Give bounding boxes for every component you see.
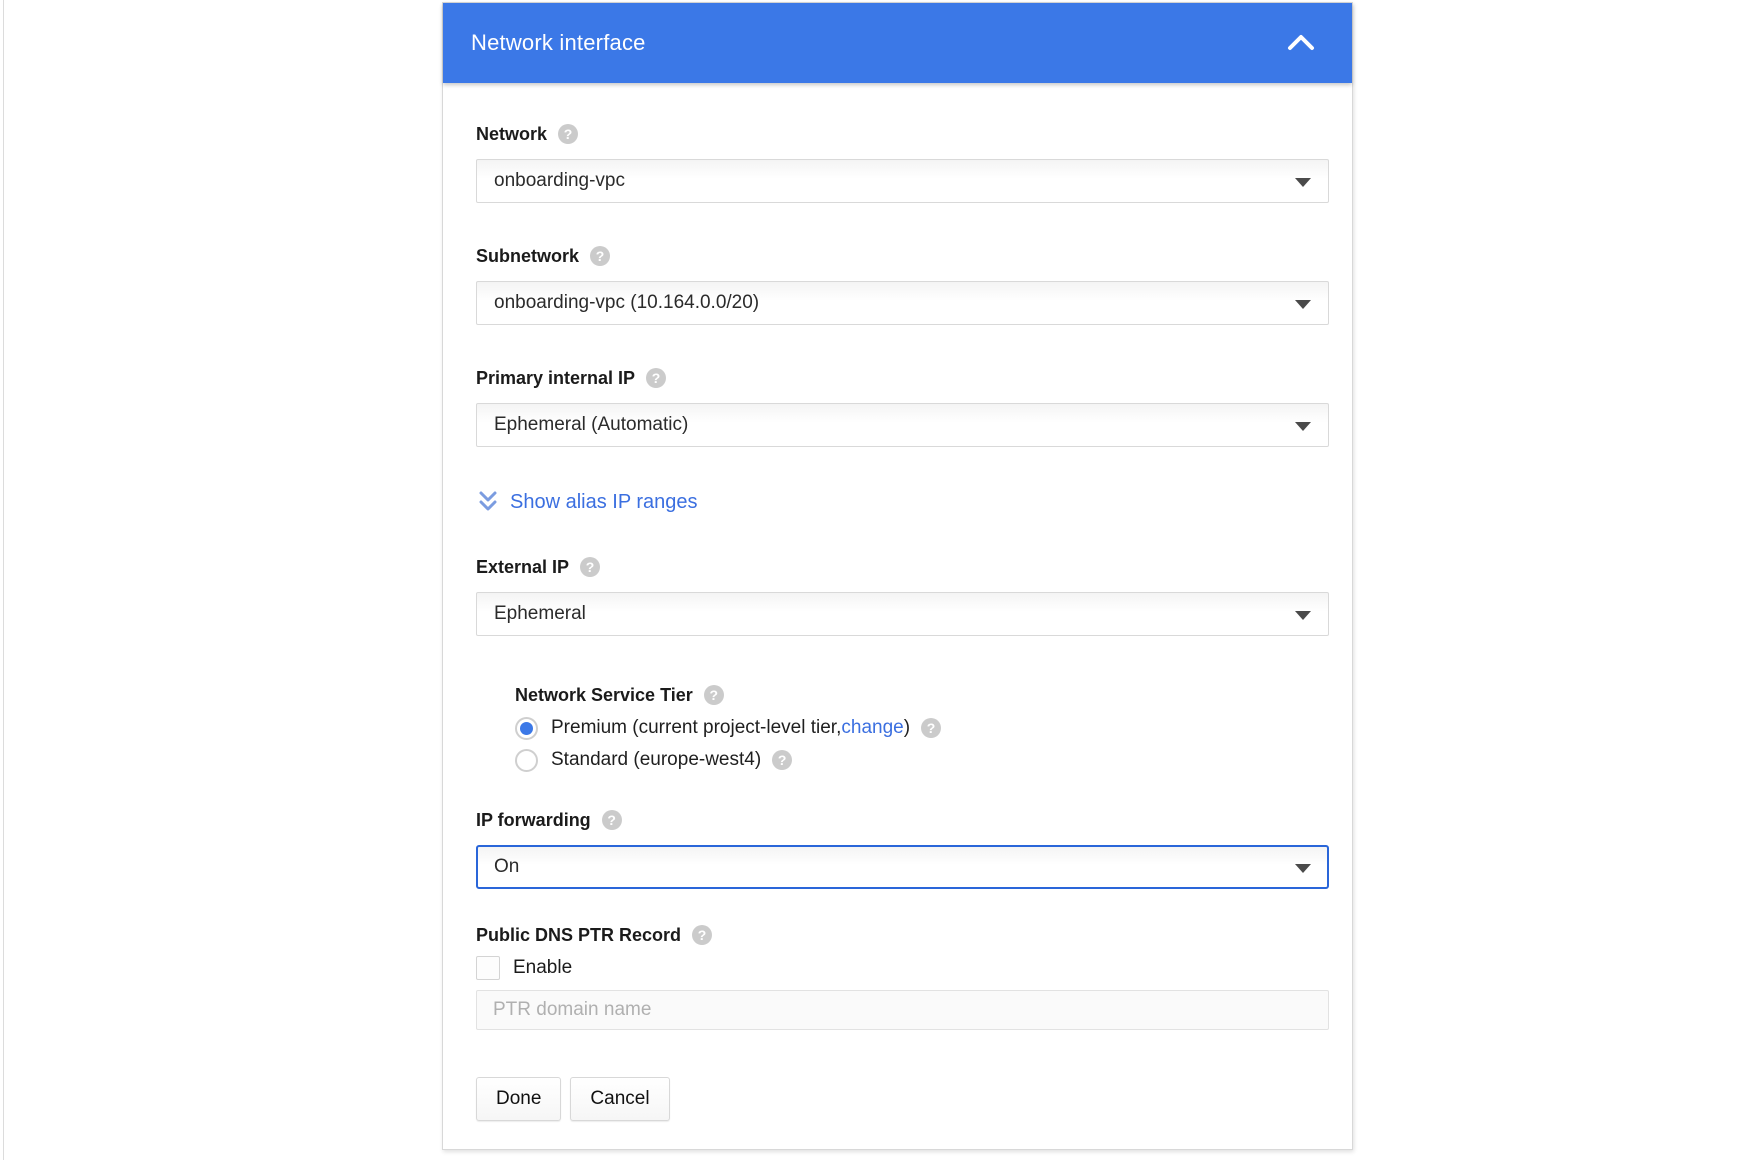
help-icon[interactable]: ? (558, 124, 578, 144)
external-ip-field-group: External IP ? Ephemeral (476, 556, 1327, 636)
chevron-up-icon (1286, 31, 1316, 56)
premium-tier-option: Premium (current project-level tier, cha… (515, 713, 1327, 743)
change-tier-link[interactable]: change (841, 717, 903, 739)
panel-content: Network ? onboarding-vpc Subnetwork ? on… (443, 83, 1352, 1121)
page-left-border (3, 0, 4, 1160)
ip-forwarding-select[interactable]: On (476, 845, 1329, 889)
ip-forwarding-select-value: On (494, 856, 519, 878)
done-button[interactable]: Done (476, 1077, 561, 1121)
help-icon[interactable]: ? (580, 557, 600, 577)
dropdown-caret-icon (1295, 422, 1311, 431)
standard-tier-option: Standard (europe-west4) ? (515, 745, 1327, 775)
primary-internal-ip-select[interactable]: Ephemeral (Automatic) (476, 403, 1329, 447)
standard-option-text: Standard (europe-west4) (551, 749, 761, 771)
double-chevron-down-icon (476, 489, 500, 515)
premium-radio-selected[interactable] (515, 717, 538, 740)
enable-ptr-label: Enable (513, 957, 572, 979)
action-buttons: Done Cancel (476, 1077, 1327, 1121)
subnetwork-select[interactable]: onboarding-vpc (10.164.0.0/20) (476, 281, 1329, 325)
ip-forwarding-label: IP forwarding (476, 810, 591, 831)
help-icon[interactable]: ? (704, 685, 724, 705)
dropdown-caret-icon (1295, 611, 1311, 620)
help-icon[interactable]: ? (602, 810, 622, 830)
subnetwork-field-group: Subnetwork ? onboarding-vpc (10.164.0.0/… (476, 245, 1327, 325)
network-label: Network (476, 124, 547, 145)
cancel-button[interactable]: Cancel (570, 1077, 669, 1121)
enable-ptr-row: Enable (476, 954, 1327, 981)
network-service-tier-block: Network Service Tier ? Premium (current … (515, 684, 1327, 775)
collapse-panel-button[interactable] (1286, 31, 1316, 56)
help-icon[interactable]: ? (692, 925, 712, 945)
panel-header: Network interface (443, 3, 1352, 83)
standard-radio-unselected[interactable] (515, 749, 538, 772)
enable-ptr-checkbox[interactable] (476, 956, 500, 980)
premium-option-suffix: ) (904, 717, 910, 739)
primary-internal-ip-select-value: Ephemeral (Automatic) (494, 414, 688, 436)
show-alias-ip-ranges-link[interactable]: Show alias IP ranges (476, 489, 1327, 515)
panel-title: Network interface (471, 30, 646, 56)
external-ip-select-value: Ephemeral (494, 603, 586, 625)
dropdown-caret-icon (1295, 864, 1311, 873)
public-dns-ptr-group: Public DNS PTR Record ? Enable (476, 924, 1327, 1030)
dropdown-caret-icon (1295, 300, 1311, 309)
network-select-value: onboarding-vpc (494, 170, 625, 192)
subnetwork-select-value: onboarding-vpc (10.164.0.0/20) (494, 292, 759, 314)
primary-internal-ip-label: Primary internal IP (476, 368, 635, 389)
help-icon[interactable]: ? (921, 718, 941, 738)
dropdown-caret-icon (1295, 178, 1311, 187)
show-alias-ip-ranges-label: Show alias IP ranges (510, 491, 698, 514)
ptr-domain-name-input[interactable] (476, 990, 1329, 1030)
external-ip-select[interactable]: Ephemeral (476, 592, 1329, 636)
network-interface-panel: Network interface Network ? onboarding-v… (442, 2, 1353, 1150)
primary-internal-ip-field-group: Primary internal IP ? Ephemeral (Automat… (476, 367, 1327, 447)
help-icon[interactable]: ? (772, 750, 792, 770)
external-ip-label: External IP (476, 557, 569, 578)
public-dns-ptr-label: Public DNS PTR Record (476, 925, 681, 946)
ip-forwarding-field-group: IP forwarding ? On (476, 809, 1327, 889)
subnetwork-label: Subnetwork (476, 246, 579, 267)
help-icon[interactable]: ? (646, 368, 666, 388)
network-service-tier-label: Network Service Tier (515, 685, 693, 706)
network-select[interactable]: onboarding-vpc (476, 159, 1329, 203)
premium-option-text: Premium (current project-level tier, (551, 717, 841, 739)
help-icon[interactable]: ? (590, 246, 610, 266)
network-field-group: Network ? onboarding-vpc (476, 123, 1327, 203)
